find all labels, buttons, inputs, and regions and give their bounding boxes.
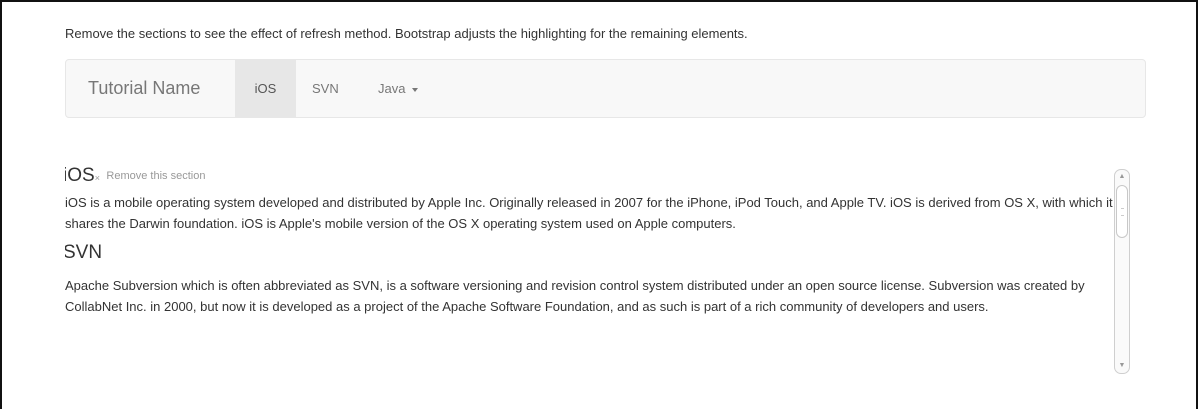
scrollspy-content[interactable]: iOS× Remove this section iOS is a mobile… — [65, 165, 1131, 380]
section-ios-header: iOS× Remove this section — [65, 165, 1131, 189]
remove-icon[interactable]: × — [95, 173, 100, 183]
nav-item-java-dropdown[interactable]: Java — [363, 60, 433, 117]
navbar-brand[interactable]: Tutorial Name — [88, 78, 200, 99]
navbar: Tutorial Name iOS SVN Java — [65, 59, 1146, 118]
nav-item-svn-label: SVN — [312, 81, 339, 96]
intro-text: Remove the sections to see the effect of… — [65, 26, 748, 41]
nav-item-svn[interactable]: SVN — [297, 60, 354, 117]
scroll-down-arrow-icon[interactable]: ▼ — [1115, 359, 1129, 373]
remove-section-link[interactable]: Remove this section — [106, 170, 205, 182]
scrollbar-thumb[interactable] — [1116, 185, 1128, 238]
scroll-up-arrow-icon[interactable]: ▲ — [1115, 170, 1129, 184]
scrollbar-grip-icon — [1121, 208, 1124, 216]
page-frame: Remove the sections to see the effect of… — [0, 0, 1198, 409]
section-ios-heading: iOS — [65, 165, 95, 186]
nav-item-ios-label: iOS — [254, 81, 277, 96]
caret-down-icon — [412, 87, 419, 92]
section-svn-body: Apache Subversion which is often abbrevi… — [65, 278, 1085, 314]
section-svn-heading: SVN — [65, 242, 103, 263]
section-ios-body: iOS is a mobile operating system develop… — [65, 195, 1113, 231]
nav-item-java-label: Java — [378, 81, 406, 96]
vertical-scrollbar[interactable]: ▲ ▼ — [1114, 169, 1130, 374]
nav-item-ios[interactable]: iOS — [235, 60, 296, 117]
